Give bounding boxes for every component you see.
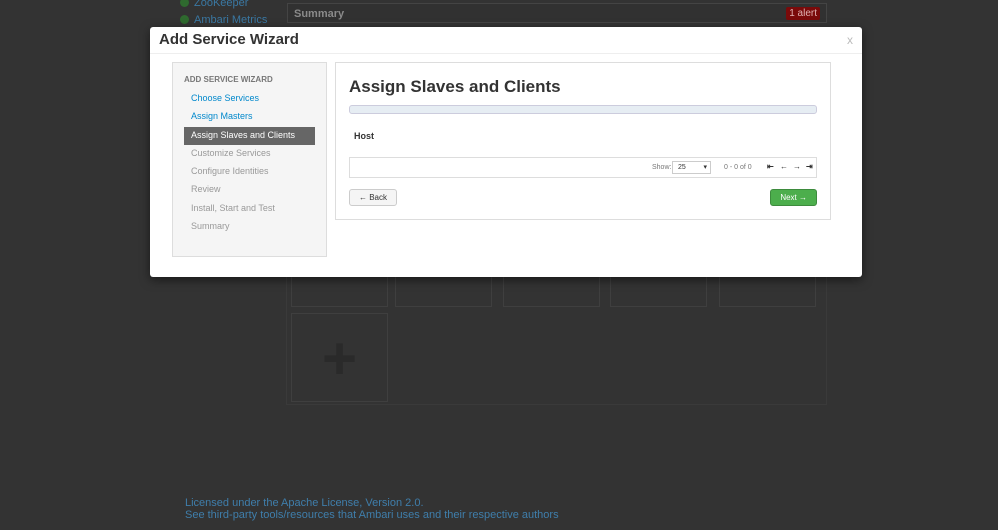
info-bar <box>349 105 817 114</box>
third-party-link[interactable]: See third-party tools/resources that Amb… <box>185 509 559 521</box>
pagination-bar: Show: 25 0 - 0 of 0 ⇤ ← → ⇥ <box>349 157 817 178</box>
add-widget-button[interactable]: + <box>291 313 388 402</box>
modal-title: Add Service Wizard <box>150 27 862 54</box>
step-customize-services: Customize Services <box>191 147 271 158</box>
service-ambari-metrics[interactable]: Ambari Metrics <box>180 14 267 26</box>
wizard-steps-heading: ADD SERVICE WIZARD <box>184 75 273 84</box>
check-icon <box>180 15 189 24</box>
page-size-value: 25 <box>678 164 686 171</box>
prev-page-icon[interactable]: ← <box>780 162 788 171</box>
step-assign-slaves[interactable]: Assign Slaves and Clients <box>184 126 315 145</box>
last-page-icon[interactable]: ⇥ <box>806 162 813 171</box>
next-button[interactable]: Next → <box>770 189 817 206</box>
close-button[interactable]: x <box>847 33 853 47</box>
step-configure-identities: Configure Identities <box>191 166 269 177</box>
add-service-wizard-modal: Add Service Wizard x ADD SERVICE WIZARD … <box>150 27 862 277</box>
license-link[interactable]: Licensed under the Apache License, Versi… <box>185 497 424 509</box>
step-review: Review <box>191 184 221 195</box>
step-choose-services[interactable]: Choose Services <box>184 90 315 108</box>
wizard-content: Assign Slaves and Clients Host Show: 25 … <box>335 62 831 220</box>
step-assign-masters[interactable]: Assign Masters <box>184 108 315 126</box>
column-header-host[interactable]: Host <box>354 131 812 141</box>
next-page-icon[interactable]: → <box>793 162 801 171</box>
widgets-area: + <box>286 260 827 405</box>
step-summary: Summary <box>191 221 230 232</box>
show-label: Show: <box>652 164 672 171</box>
alert-badge[interactable]: 1 alert <box>786 7 820 20</box>
wizard-steps: ADD SERVICE WIZARD Choose Services Assig… <box>172 62 327 257</box>
page-range: 0 - 0 of 0 <box>724 164 752 171</box>
page-size-select[interactable]: 25 <box>672 161 711 174</box>
step-install: Install, Start and Test <box>191 202 275 213</box>
summary-panel: Summary 1 alert <box>287 3 827 23</box>
service-label: ZooKeeper <box>194 0 249 9</box>
first-page-icon[interactable]: ⇤ <box>767 162 774 171</box>
service-zookeeper[interactable]: ZooKeeper <box>180 0 248 9</box>
summary-title: Summary <box>294 8 345 20</box>
page-title: Assign Slaves and Clients <box>349 77 561 96</box>
check-icon <box>180 0 189 7</box>
back-button[interactable]: ← Back <box>349 189 398 206</box>
service-label: Ambari Metrics <box>194 14 268 26</box>
